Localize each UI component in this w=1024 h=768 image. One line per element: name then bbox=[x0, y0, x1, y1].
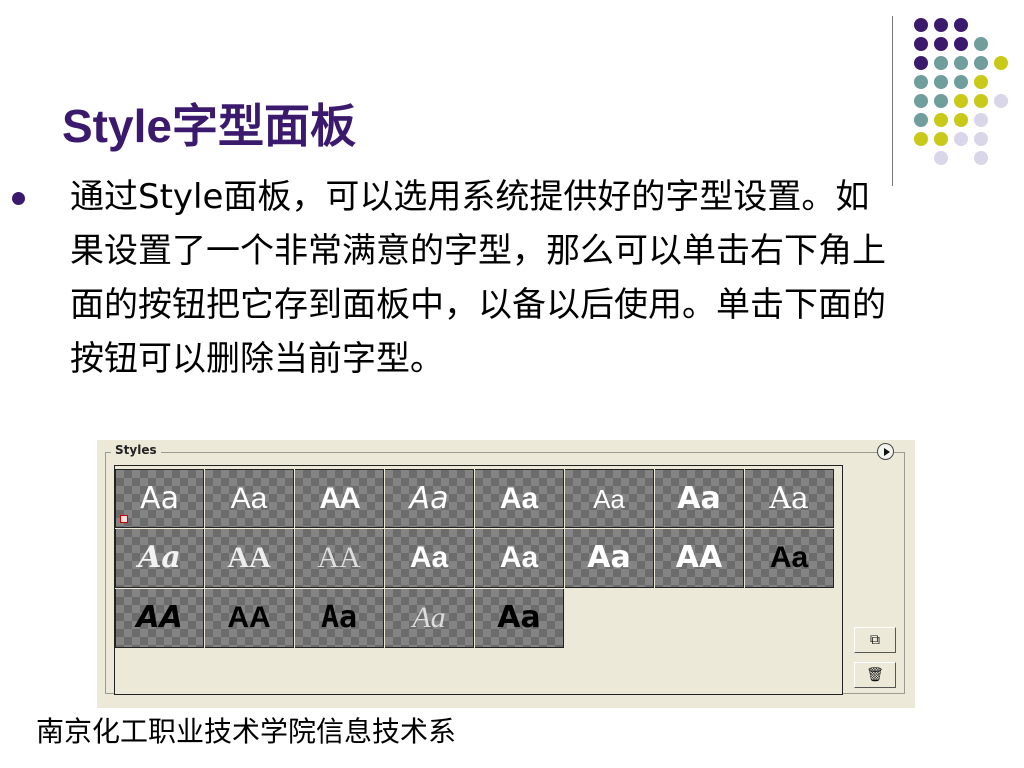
style-swatch-sample: Aa bbox=[587, 540, 631, 575]
style-swatch[interactable]: AA bbox=[115, 589, 204, 648]
style-swatch-sample: AA bbox=[136, 600, 183, 635]
style-swatch[interactable]: AA bbox=[655, 529, 744, 588]
style-swatch-sample: AA bbox=[317, 541, 361, 574]
style-swatch-sample: AA bbox=[319, 481, 360, 515]
style-swatch[interactable]: Aa bbox=[115, 529, 204, 588]
new-style-button[interactable]: ⧉ bbox=[854, 627, 896, 653]
style-swatch[interactable]: Aa bbox=[475, 589, 564, 648]
style-swatch-sample: Aa bbox=[140, 480, 179, 516]
styles-panel: Styles Aa Aa AA Aa Aa Aa Aa Aa Aa AA AA Aa Aa Aa AA Aa A… bbox=[97, 440, 915, 708]
style-swatch[interactable]: Aa bbox=[115, 469, 204, 528]
slide-title: Style字型面板 bbox=[62, 100, 356, 152]
new-style-icon: ⧉ bbox=[870, 632, 880, 648]
style-swatch-sample: Aa bbox=[769, 480, 809, 516]
styles-panel-label: Styles bbox=[111, 443, 161, 457]
style-swatch-sample: Aa bbox=[593, 483, 625, 514]
style-swatch-sample: Aa bbox=[409, 541, 449, 574]
style-swatch-sample: Aa bbox=[412, 601, 446, 634]
style-swatch-sample: Aa bbox=[769, 541, 809, 574]
style-swatch[interactable]: Aa bbox=[565, 529, 654, 588]
style-swatch-sample: Aa bbox=[138, 540, 181, 575]
style-swatch-sample: Aa bbox=[499, 541, 539, 574]
style-swatch-sample: AA bbox=[227, 601, 271, 634]
style-swatch[interactable]: Aa bbox=[475, 469, 564, 528]
footer-text: 南京化工职业技术学院信息技术系 bbox=[36, 715, 457, 748]
style-swatch[interactable]: AA bbox=[205, 529, 294, 588]
style-swatch[interactable]: Aa bbox=[745, 529, 834, 588]
style-swatch[interactable]: Aa bbox=[205, 469, 294, 528]
style-swatch-sample: Aa bbox=[677, 480, 721, 516]
style-swatch-sample: Aa bbox=[499, 481, 539, 515]
panel-menu-arrow-icon[interactable] bbox=[877, 443, 894, 460]
style-swatch-sample: AA bbox=[675, 540, 723, 575]
style-swatch-sample: Aa bbox=[230, 481, 268, 515]
selected-style-marker bbox=[120, 515, 128, 523]
body-paragraph: 通过Style面板，可以选用系统提供好的字型设置。如果设置了一个非常满意的字型，… bbox=[70, 177, 886, 379]
style-swatch[interactable]: AA bbox=[205, 589, 294, 648]
bullet-icon bbox=[12, 192, 25, 205]
style-swatch[interactable]: Aa bbox=[655, 469, 744, 528]
style-swatch-sample: AA bbox=[227, 541, 271, 574]
trash-icon: 🗑 bbox=[866, 667, 884, 683]
style-swatch[interactable]: Aa bbox=[745, 469, 834, 528]
style-swatch[interactable]: AA bbox=[295, 529, 384, 588]
delete-style-button[interactable]: 🗑 bbox=[854, 662, 896, 688]
style-swatch-sample: Aa bbox=[320, 600, 358, 635]
style-swatch-sample: Aa bbox=[409, 480, 449, 516]
style-swatch-list: Aa Aa AA Aa Aa Aa Aa Aa Aa AA AA Aa Aa Aa AA Aa AA AA Aa Aa… bbox=[114, 465, 843, 695]
divider-line bbox=[892, 16, 893, 186]
style-swatch-sample: Aa bbox=[497, 600, 541, 635]
style-swatch[interactable]: Aa bbox=[385, 469, 474, 528]
style-swatch[interactable]: Aa bbox=[295, 589, 384, 648]
style-swatch[interactable]: Aa bbox=[475, 529, 564, 588]
style-swatch[interactable]: Aa bbox=[385, 529, 474, 588]
style-swatch[interactable]: Aa bbox=[385, 589, 474, 648]
style-swatch[interactable]: AA bbox=[295, 469, 384, 528]
style-swatch[interactable]: Aa bbox=[565, 469, 654, 528]
